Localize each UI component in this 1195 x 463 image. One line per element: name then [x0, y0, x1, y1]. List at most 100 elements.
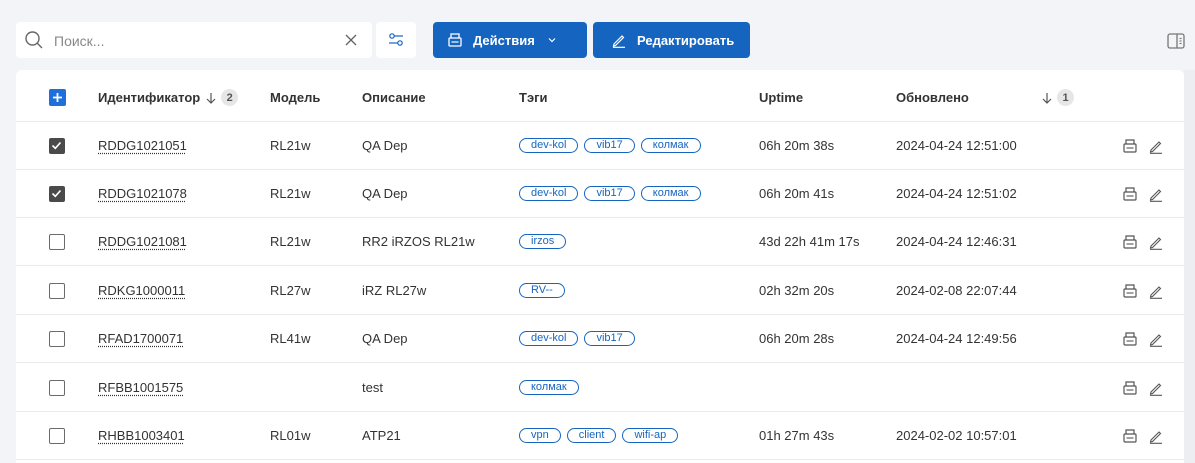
device-uptime: 06h 20m 38s	[759, 138, 835, 153]
tag-chip[interactable]: колмак	[640, 138, 701, 153]
tag-chip[interactable]: vpn	[519, 428, 561, 443]
row-select-cell	[49, 218, 69, 265]
column-header-description[interactable]: Описание	[362, 74, 426, 121]
printer-icon[interactable]	[1122, 138, 1138, 154]
row-checkbox[interactable]	[49, 282, 65, 299]
tag-chip[interactable]: wifi-ap	[622, 428, 679, 443]
column-header-model[interactable]: Модель	[270, 74, 320, 121]
tag-chip[interactable]: RV--	[519, 283, 565, 298]
row-checkbox[interactable]	[49, 427, 65, 444]
column-header-extra-sort[interactable]: 1	[1041, 74, 1074, 121]
row-checkbox[interactable]	[49, 379, 65, 396]
device-uptime: 06h 20m 41s	[759, 186, 835, 201]
device-id-cell: RFBB1001575	[98, 364, 183, 411]
search-input[interactable]	[52, 28, 336, 54]
pencil-icon[interactable]	[1148, 428, 1164, 444]
row-select-cell	[49, 364, 69, 411]
tag-chip[interactable]: dev-kol	[519, 331, 579, 346]
device-id-cell: RDDG1021051	[98, 122, 187, 169]
device-description: test	[362, 380, 383, 395]
pencil-icon[interactable]	[1148, 283, 1164, 299]
column-header-id[interactable]: Идентификатор 2	[98, 74, 239, 121]
tag-chip[interactable]: dev-kol	[519, 138, 579, 153]
pencil-icon[interactable]	[1148, 234, 1164, 250]
device-description: QA Dep	[362, 331, 408, 346]
tag-chip[interactable]: vib17	[584, 186, 635, 201]
table-row[interactable]: RHBB1003401 RL01w ATP21 vpn client wifi-ap 01h…	[16, 412, 1184, 460]
device-id-link[interactable]: RHBB1003401	[98, 428, 185, 443]
row-actions	[1122, 170, 1174, 217]
table-row[interactable]: RDDG1021051 RL21w QA Dep dev-kol vib17 колмак…	[16, 122, 1184, 170]
devices-table: Идентификатор 2 Модель Описание Тэги Upt…	[16, 70, 1184, 463]
columns-panel-button[interactable]	[1163, 28, 1189, 54]
device-updated: 2024-04-24 12:51:00	[896, 138, 1017, 153]
select-all-checkbox[interactable]	[49, 89, 66, 106]
column-header-tags[interactable]: Тэги	[519, 74, 548, 121]
device-tags: RV--	[519, 267, 571, 314]
search-box	[16, 22, 372, 58]
pencil-icon	[611, 32, 627, 48]
tag-chip[interactable]: vib17	[584, 138, 635, 153]
select-all-cell	[49, 74, 69, 121]
printer-icon[interactable]	[1122, 283, 1138, 299]
table-header: Идентификатор 2 Модель Описание Тэги Upt…	[16, 74, 1184, 122]
row-select-cell	[49, 315, 69, 362]
device-uptime: 01h 27m 43s	[759, 428, 835, 443]
row-checkbox[interactable]	[49, 137, 65, 154]
row-checkbox[interactable]	[49, 330, 65, 347]
device-id-link[interactable]: RDDG1021078	[98, 186, 187, 201]
printer-icon[interactable]	[1122, 186, 1138, 202]
tag-chip[interactable]: irzos	[519, 234, 567, 249]
table-row[interactable]: RDDG1021081 RL21w RR2 iRZOS RL21w irzos 43d …	[16, 218, 1184, 266]
edit-button[interactable]: Редактировать	[593, 22, 750, 58]
printer-icon[interactable]	[1122, 331, 1138, 347]
pencil-icon[interactable]	[1148, 186, 1164, 202]
pencil-icon[interactable]	[1148, 331, 1164, 347]
tag-chip[interactable]: колмак	[519, 380, 579, 395]
device-updated: 2024-02-08 22:07:44	[896, 283, 1017, 298]
printer-icon[interactable]	[1122, 234, 1138, 250]
tag-chip[interactable]: client	[566, 428, 617, 443]
actions-button[interactable]: Действия	[433, 22, 587, 58]
search-icon	[24, 30, 44, 50]
row-actions	[1122, 267, 1174, 314]
printer-icon[interactable]	[1122, 428, 1138, 444]
device-id-link[interactable]: RDKG1000011	[98, 283, 185, 298]
device-id-link[interactable]: RDDG1021081	[98, 234, 187, 249]
device-id-link[interactable]: RDDG1021051	[98, 138, 187, 153]
tag-chip[interactable]: dev-kol	[519, 186, 579, 201]
tag-chip[interactable]: vib17	[584, 331, 635, 346]
table-row[interactable]: RFBB1001575 test колмак	[16, 364, 1184, 412]
scroll-track[interactable]	[1184, 70, 1195, 463]
column-header-uptime[interactable]: Uptime	[759, 74, 803, 121]
pencil-icon[interactable]	[1148, 138, 1164, 154]
filter-settings-button[interactable]	[376, 22, 416, 58]
row-checkbox[interactable]	[49, 233, 65, 250]
arrow-down-icon	[205, 92, 217, 104]
table-row[interactable]: RDDG1021078 RL21w QA Dep dev-kol vib17 колмак…	[16, 170, 1184, 218]
row-checkbox[interactable]	[49, 185, 65, 202]
tag-chip[interactable]: колмак	[640, 186, 701, 201]
column-header-updated[interactable]: Обновлено	[896, 74, 969, 121]
sort-order-badge: 1	[1057, 89, 1074, 106]
device-description: QA Dep	[362, 138, 408, 153]
device-id-cell: RFAD1700071	[98, 315, 183, 362]
close-icon[interactable]	[344, 33, 358, 47]
device-description: iRZ RL27w	[362, 283, 427, 298]
device-id-link[interactable]: RFAD1700071	[98, 331, 183, 346]
device-model: RL21w	[270, 138, 311, 153]
table-row[interactable]: RFAD1700071 RL41w QA Dep dev-kol vib17 06h 20…	[16, 315, 1184, 363]
device-id-link[interactable]: RFBB1001575	[98, 380, 183, 395]
table-row[interactable]: RDKG1000011 RL27w iRZ RL27w RV-- 02h 32m 20s…	[16, 267, 1184, 315]
filter-settings-icon	[387, 31, 405, 49]
row-actions	[1122, 412, 1174, 459]
device-updated: 2024-02-02 10:57:01	[896, 428, 1017, 443]
row-select-cell	[49, 170, 69, 217]
row-actions	[1122, 315, 1174, 362]
columns-panel-icon	[1166, 31, 1186, 51]
device-updated: 2024-04-24 12:46:31	[896, 234, 1017, 249]
printer-icon[interactable]	[1122, 380, 1138, 396]
device-tags: dev-kol vib17 колмак	[519, 170, 707, 217]
pencil-icon[interactable]	[1148, 380, 1164, 396]
device-model: RL21w	[270, 186, 311, 201]
